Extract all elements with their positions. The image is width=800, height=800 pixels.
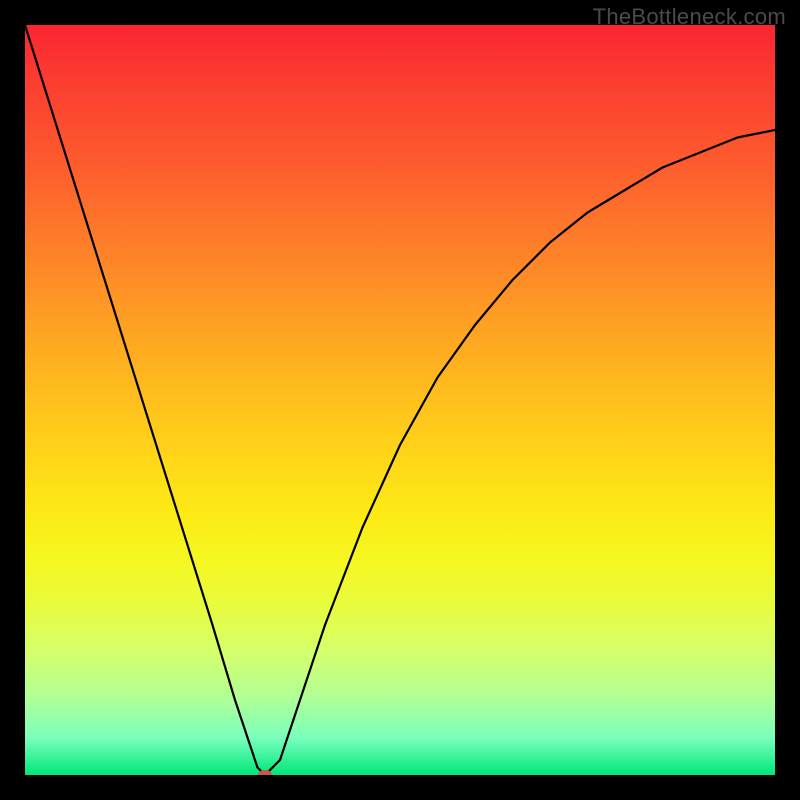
bottleneck-curve: [25, 25, 775, 775]
watermark-text: TheBottleneck.com: [593, 4, 786, 30]
optimal-point-marker: [258, 770, 272, 775]
plot-area: [25, 25, 775, 775]
chart-frame: TheBottleneck.com: [0, 0, 800, 800]
